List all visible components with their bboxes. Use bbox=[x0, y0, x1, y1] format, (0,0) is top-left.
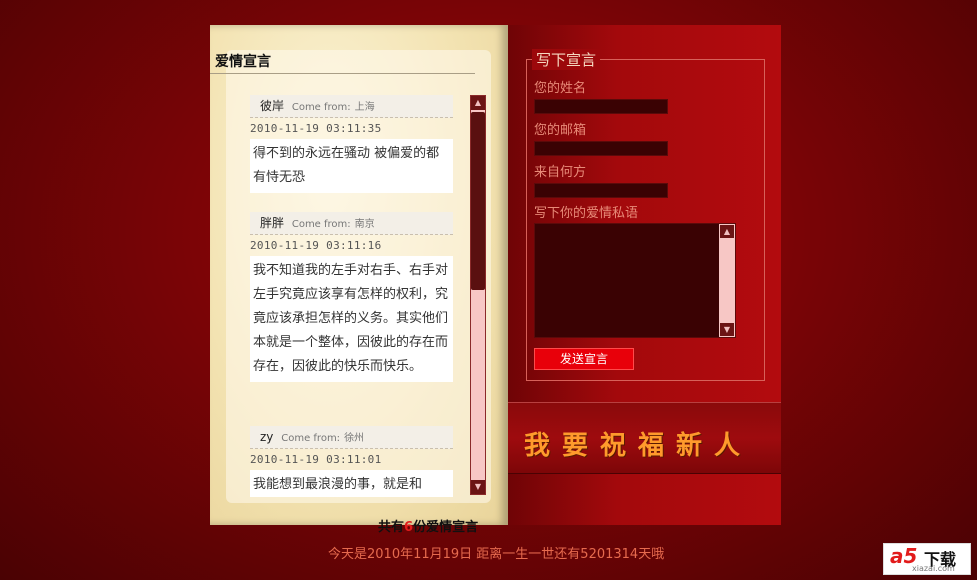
email-input[interactable] bbox=[534, 141, 668, 156]
count-suffix: 份爱情宣言 bbox=[413, 520, 479, 535]
from-city: 徐州 bbox=[344, 433, 365, 444]
site-watermark-logo: a5 下载 xiazai.com bbox=[883, 543, 971, 575]
declaration-form-panel: 写下宣言 您的姓名 您的邮箱 来自何方 写下你的爱情私语 ▲ ▼ 发送宣言 我要… bbox=[508, 25, 781, 525]
message-header: 彼岸 Come from: 上海 bbox=[250, 95, 453, 118]
bless-newlyweds-text: 我要祝福新人 bbox=[524, 431, 753, 461]
from-city: 上海 bbox=[354, 102, 375, 113]
message-textarea[interactable]: ▲ ▼ bbox=[534, 223, 736, 338]
count-prefix: 共有 bbox=[378, 520, 405, 535]
declaration-count: 共有6份爱情宣言 bbox=[378, 516, 478, 535]
scroll-down-icon[interactable]: ▼ bbox=[720, 323, 734, 336]
scroll-thumb[interactable] bbox=[471, 112, 485, 290]
from-label: Come from: bbox=[281, 433, 341, 444]
origin-label: 来自何方 bbox=[534, 165, 587, 180]
send-declaration-button[interactable]: 发送宣言 bbox=[534, 348, 634, 370]
textarea-scrollbar[interactable]: ▲ ▼ bbox=[719, 224, 735, 337]
message-scrollbar[interactable]: ▲ ▼ bbox=[470, 95, 486, 495]
wedding-guestbook-page: 爱情宣言 彼岸 Come from: 上海 2010-11-19 03:11:35… bbox=[210, 25, 781, 525]
from-label: Come from: bbox=[291, 219, 351, 230]
message-body: 我能想到最浪漫的事，就是和 bbox=[250, 470, 453, 497]
from-city: 南京 bbox=[354, 219, 375, 230]
message-header: zy Come from: 徐州 bbox=[250, 426, 453, 449]
message-list[interactable]: 彼岸 Come from: 上海 2010-11-19 03:11:35 得不到的… bbox=[250, 95, 453, 497]
author-name: 胖胖 bbox=[260, 216, 285, 230]
guestbook-title: 爱情宣言 bbox=[215, 54, 271, 70]
message-header: 胖胖 Come from: 南京 bbox=[250, 212, 453, 235]
message-item: zy Come from: 徐州 2010-11-19 03:11:01 我能想到… bbox=[250, 426, 453, 497]
from-label: Come from: bbox=[291, 102, 351, 113]
scroll-up-icon[interactable]: ▲ bbox=[471, 96, 485, 110]
author-name: 彼岸 bbox=[260, 99, 285, 113]
message-label: 写下你的爱情私语 bbox=[534, 206, 639, 221]
email-label: 您的邮箱 bbox=[534, 123, 587, 138]
message-item: 胖胖 Come from: 南京 2010-11-19 03:11:16 我不知道… bbox=[250, 212, 453, 382]
count-number: 6 bbox=[404, 520, 414, 535]
message-item: 彼岸 Come from: 上海 2010-11-19 03:11:35 得不到的… bbox=[250, 95, 453, 193]
brand-url: xiazai.com bbox=[912, 564, 955, 573]
scroll-down-icon[interactable]: ▼ bbox=[471, 480, 485, 494]
author-name: zy bbox=[260, 430, 274, 444]
scroll-up-icon[interactable]: ▲ bbox=[720, 225, 734, 238]
name-label: 您的姓名 bbox=[534, 81, 587, 96]
message-body: 我不知道我的左手对右手、右手对左手究竟应该享有怎样的权利，究竟应该承担怎样的义务… bbox=[250, 256, 453, 382]
title-divider bbox=[210, 73, 475, 74]
guestbook-panel: 爱情宣言 彼岸 Come from: 上海 2010-11-19 03:11:35… bbox=[210, 25, 508, 525]
message-time: 2010-11-19 03:11:16 bbox=[250, 239, 382, 252]
date-countdown: 今天是2010年11月19日 距离一生一世还有5201314天哦 bbox=[328, 547, 665, 562]
message-time: 2010-11-19 03:11:35 bbox=[250, 122, 382, 135]
bless-banner[interactable]: 我要祝福新人 bbox=[508, 402, 781, 474]
form-legend: 写下宣言 bbox=[532, 49, 601, 70]
message-body: 得不到的永远在骚动 被偏爱的都有恃无恐 bbox=[250, 139, 453, 193]
message-time: 2010-11-19 03:11:01 bbox=[250, 453, 382, 466]
origin-input[interactable] bbox=[534, 183, 668, 198]
name-input[interactable] bbox=[534, 99, 668, 114]
